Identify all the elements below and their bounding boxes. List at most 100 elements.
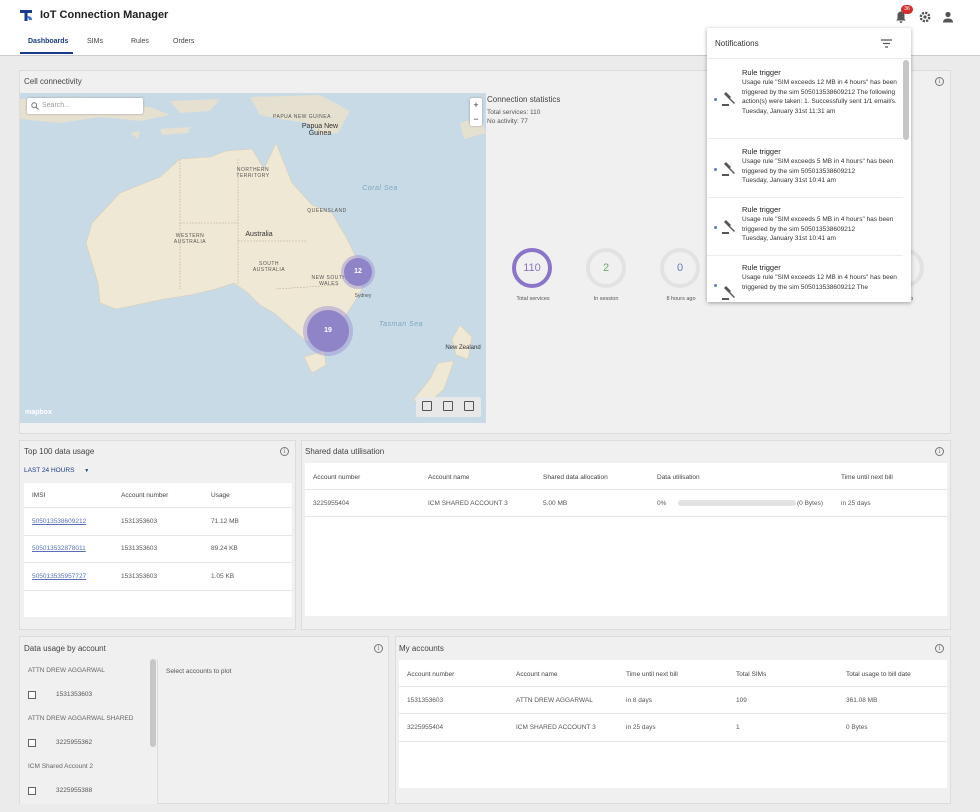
divider (707, 197, 903, 198)
shared-data-title: Shared data utilisation (305, 447, 385, 456)
tab-rules[interactable]: Rules (131, 38, 149, 45)
column-header[interactable]: Total SIMs (736, 671, 766, 678)
stat-ring-label: In session (593, 296, 619, 302)
column-header[interactable]: Shared data allocation (543, 474, 608, 481)
plot-hint: Select accounts to plot (166, 668, 232, 675)
row-divider (24, 535, 292, 536)
map-label-sa: SOUTH AUSTRALIA (252, 261, 286, 273)
column-header[interactable]: IMSI (32, 492, 45, 499)
map-search-placeholder: Search... (42, 102, 71, 109)
unread-dot (714, 284, 717, 287)
checkbox-icon[interactable] (28, 739, 36, 747)
time-range-label: LAST 24 HOURS (24, 467, 75, 474)
account-group-label: ICM Shared Account 2 (28, 763, 94, 770)
account-number: 1531353603 (56, 691, 93, 698)
gear-icon[interactable] (918, 10, 932, 24)
column-header[interactable]: Account number (313, 474, 360, 481)
notification-item[interactable]: Rule trigger Usage rule "SIM exceeds 5 M… (742, 205, 900, 244)
notifications-scrollbar[interactable] (903, 60, 909, 140)
notification-time: Tuesday, January 31st 10:41 am (742, 177, 836, 185)
table-cell: 1531353603 (121, 518, 158, 525)
map-cluster-marker[interactable]: 19 (307, 310, 349, 352)
table-cell: 3225955404 (407, 724, 444, 731)
notification-title: Rule trigger (742, 147, 781, 156)
info-icon[interactable]: i (935, 644, 944, 653)
row-divider (24, 507, 292, 508)
map-style-icon[interactable] (422, 401, 432, 411)
account-group-label: ATTN DREW AGGARWAL SHARED (28, 715, 134, 722)
info-icon[interactable]: i (935, 447, 944, 456)
checkbox-icon[interactable] (28, 787, 36, 795)
map-label-new-zealand: New Zealand (445, 345, 481, 351)
row-divider (305, 489, 947, 490)
filter-icon[interactable] (881, 39, 892, 48)
imsi-link[interactable]: 505013538609212 (32, 518, 86, 525)
my-accounts-title: My accounts (399, 644, 444, 653)
account-number: 3225955388 (56, 787, 93, 794)
map-search-field[interactable]: Search... (27, 98, 143, 114)
table-cell: ATTN DREW AGGARWAL (516, 697, 593, 704)
column-header[interactable]: Account number (121, 492, 168, 499)
gavel-icon (722, 92, 735, 106)
coverage-map[interactable]: Search... + − PAPUA NEW GUINEA Papua New… (20, 93, 486, 423)
table-cell: 109 (736, 697, 747, 704)
table-cell: 1531353603 (121, 545, 158, 552)
column-header[interactable]: Account number (407, 671, 454, 678)
table-cell: (0 Bytes) (797, 500, 824, 507)
info-icon[interactable]: i (374, 644, 383, 653)
map-style-icon[interactable] (443, 401, 453, 411)
zoom-out-button[interactable]: − (470, 112, 482, 126)
map-label-australia: Australia (245, 231, 273, 238)
row-divider (399, 686, 947, 687)
notification-body: Usage rule "SIM exceeds 5 MB in 4 hours"… (742, 215, 894, 233)
search-icon (31, 102, 39, 110)
app-root: IoT Connection Manager Dashboards SIMs R… (0, 0, 980, 812)
account-list-scrollbar[interactable] (150, 659, 156, 747)
notification-body: Usage rule "SIM exceeds 12 MB in 4 hours… (742, 78, 897, 106)
gavel-icon (722, 286, 735, 300)
notification-count-badge: 36 (901, 5, 913, 14)
account-group-label: ATTN DREW AGGARWAL (28, 667, 105, 674)
notification-item[interactable]: Rule trigger Usage rule "SIM exceeds 5 M… (742, 147, 900, 186)
checkbox-icon[interactable] (28, 691, 36, 699)
map-cluster-marker[interactable]: 12 (344, 258, 372, 286)
gavel-icon (722, 220, 735, 234)
account-icon[interactable] (941, 10, 955, 24)
notification-item[interactable]: Rule trigger Usage rule "SIM exceeds 12 … (742, 68, 900, 117)
column-header[interactable]: Total usage to bill date (846, 671, 911, 678)
column-header[interactable]: Time until next bill (626, 671, 678, 678)
stat-ring-label: 8 hours ago (666, 296, 696, 302)
table-cell: 71.12 MB (211, 518, 239, 525)
table-cell: ICM SHARED ACCOUNT 3 (428, 500, 508, 507)
dropdown-arrow-icon: ▼ (84, 468, 90, 474)
connection-statistics: Connection statistics Total services: 11… (487, 95, 560, 125)
row-divider (305, 516, 947, 517)
column-header[interactable]: Data utilisation (657, 474, 700, 481)
column-header[interactable]: Account name (428, 474, 470, 481)
notifications-title: Notifications (715, 39, 759, 48)
map-zoom-control: + − (470, 98, 482, 126)
divider (707, 255, 903, 256)
column-header[interactable]: Usage (211, 492, 230, 499)
tab-dashboards[interactable]: Dashboards (28, 38, 68, 45)
time-range-dropdown[interactable]: LAST 24 HOURS ▼ (24, 467, 89, 474)
notification-time: Tuesday, January 31st 10:41 am (742, 235, 836, 243)
row-divider (399, 713, 947, 714)
tab-orders[interactable]: Orders (173, 38, 194, 45)
active-tab-indicator (20, 52, 73, 54)
table-cell: 361.08 MB (846, 697, 878, 704)
column-header[interactable]: Account name (516, 671, 558, 678)
tab-sims[interactable]: SIMs (87, 38, 103, 45)
info-icon[interactable]: i (280, 447, 289, 456)
imsi-link[interactable]: 505013535957727 (32, 573, 86, 580)
map-style-icon[interactable] (464, 401, 474, 411)
info-icon[interactable]: i (935, 77, 944, 86)
table-cell: in 25 days (841, 500, 871, 507)
imsi-link[interactable]: 505013532878011 (32, 545, 86, 552)
table-cell: 1531353603 (407, 697, 444, 704)
column-header[interactable]: Time until next bill (841, 474, 893, 481)
zoom-in-button[interactable]: + (470, 98, 482, 112)
notification-item[interactable]: Rule trigger Usage rule "SIM exceeds 12 … (742, 263, 900, 301)
stat-ring-value: 0 (676, 262, 684, 274)
divider (707, 138, 903, 139)
